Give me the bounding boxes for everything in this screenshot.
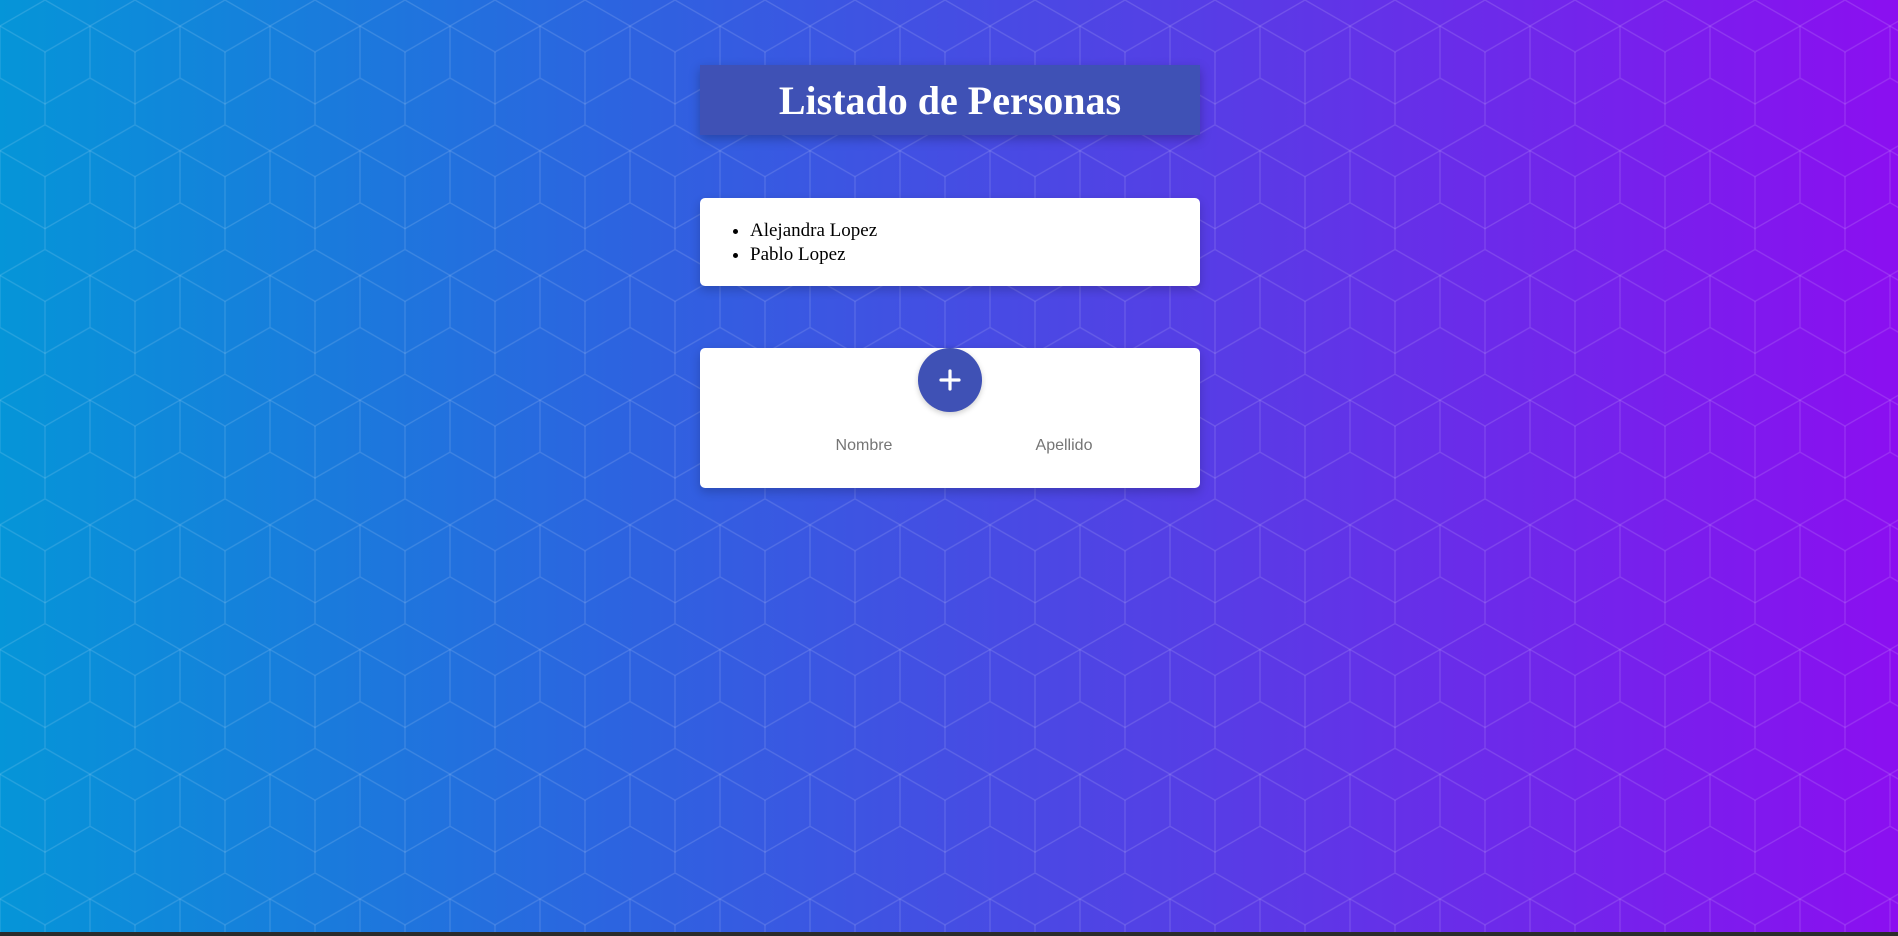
nombre-input[interactable] (762, 430, 966, 462)
apellido-input[interactable] (962, 430, 1166, 462)
page-title: Listado de Personas (778, 77, 1122, 123)
persona-list-item: Pablo Lopez (750, 243, 1200, 267)
window-bottom-edge (0, 932, 1898, 936)
add-persona-button[interactable] (918, 348, 982, 412)
personas-list: Alejandra LopezPablo Lopez (700, 198, 1200, 267)
personas-list-card: Alejandra LopezPablo Lopez (700, 198, 1200, 286)
add-persona-form (700, 348, 1200, 488)
persona-list-item: Alejandra Lopez (750, 219, 1200, 243)
plus-icon (939, 369, 961, 391)
page-header: Listado de Personas (700, 65, 1200, 135)
